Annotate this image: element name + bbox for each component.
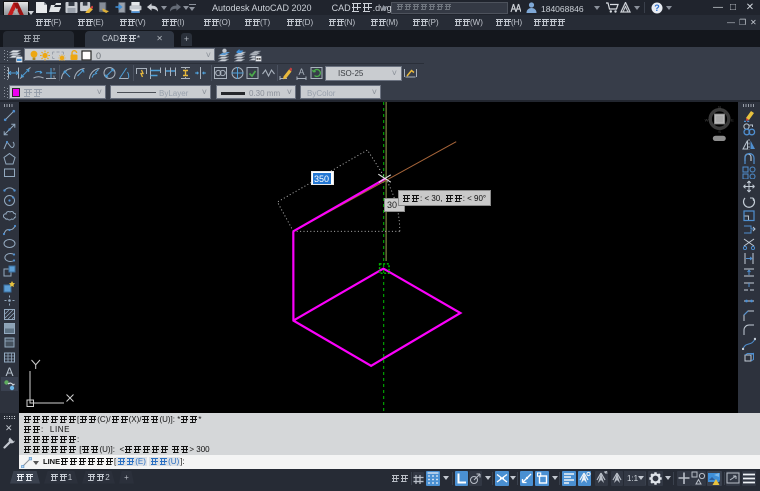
svg-text:S: S bbox=[718, 129, 721, 134]
svg-text:!: ! bbox=[719, 481, 720, 487]
svg-text:x: x bbox=[53, 67, 56, 72]
svg-text:0: 0 bbox=[96, 51, 101, 61]
svg-text:A: A bbox=[5, 365, 13, 378]
svg-text:N: N bbox=[718, 105, 721, 110]
svg-text:E: E bbox=[731, 118, 734, 123]
svg-text:?: ? bbox=[654, 3, 660, 13]
svg-text:A: A bbox=[298, 67, 304, 77]
svg-text:W: W bbox=[705, 118, 709, 123]
